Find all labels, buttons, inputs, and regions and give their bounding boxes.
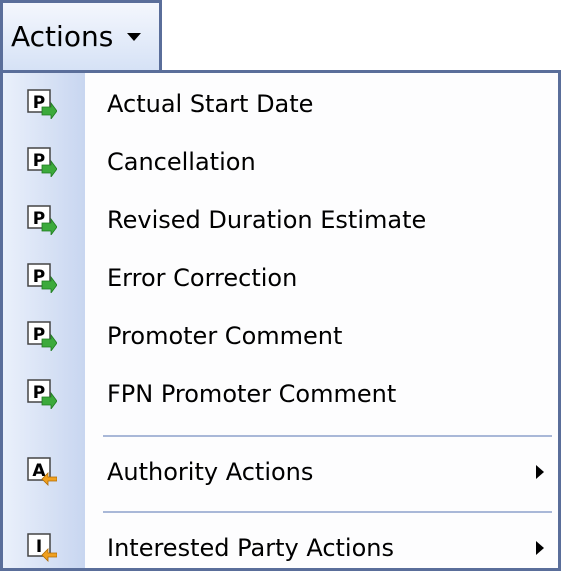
actions-dropdown-menu: P Actual Start Date P Cancellation P Rev… xyxy=(0,70,561,571)
menu-item-label: Promoter Comment xyxy=(107,322,343,350)
menu-item-actual-start-date[interactable]: P Actual Start Date xyxy=(3,75,558,133)
menu-item-label: Cancellation xyxy=(107,148,256,176)
interested-party-action-icon: I xyxy=(27,533,57,562)
menu-item-cancellation[interactable]: P Cancellation xyxy=(3,133,558,191)
menu-item-label: Error Correction xyxy=(107,264,298,292)
menu-item-interested-party-actions[interactable]: I Interested Party Actions xyxy=(3,519,558,568)
menu-item-label: Actual Start Date xyxy=(107,90,314,118)
actions-menu-label: Actions xyxy=(11,20,114,53)
promoter-action-icon: P xyxy=(27,147,57,177)
menu-item-label: Authority Actions xyxy=(107,458,314,486)
menu-item-label: Revised Duration Estimate xyxy=(107,206,427,234)
svg-text:I: I xyxy=(36,537,42,557)
menu-item-label: Interested Party Actions xyxy=(107,534,394,562)
promoter-action-icon: P xyxy=(27,263,57,293)
promoter-action-icon: P xyxy=(27,205,57,235)
promoter-action-icon: P xyxy=(27,89,57,119)
menu-separator xyxy=(103,511,552,513)
chevron-right-icon xyxy=(536,541,544,555)
chevron-down-icon xyxy=(127,32,142,41)
menu-item-revised-duration-estimate[interactable]: P Revised Duration Estimate xyxy=(3,191,558,249)
authority-action-icon: A xyxy=(27,457,57,486)
promoter-action-icon: P xyxy=(27,321,57,351)
promoter-action-icon: P xyxy=(27,379,57,409)
toolbar: Actions xyxy=(0,0,561,72)
menu-item-fpn-promoter-comment[interactable]: P FPN Promoter Comment xyxy=(3,365,558,423)
menu-item-label: FPN Promoter Comment xyxy=(107,380,397,408)
menu-item-error-correction[interactable]: P Error Correction xyxy=(3,249,558,307)
menu-item-authority-actions[interactable]: A Authority Actions xyxy=(3,443,558,501)
menu-separator xyxy=(103,435,552,437)
chevron-right-icon xyxy=(536,465,544,479)
menu-item-promoter-comment[interactable]: P Promoter Comment xyxy=(3,307,558,365)
actions-menu-button[interactable]: Actions xyxy=(0,0,162,70)
